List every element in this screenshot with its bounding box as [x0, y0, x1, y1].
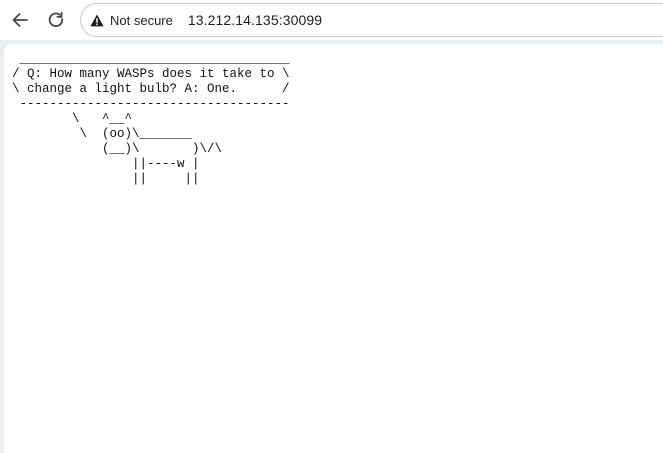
warning-triangle-icon [90, 14, 110, 27]
page-viewport: ____________________________________ / Q… [4, 44, 663, 453]
cowsay-output: ____________________________________ / Q… [12, 52, 290, 186]
back-button[interactable] [4, 4, 36, 36]
back-arrow-icon [10, 10, 30, 30]
url-text[interactable]: 13.212.14.135:30099 [188, 12, 322, 28]
address-bar[interactable]: Not secure 13.212.14.135:30099 [80, 3, 663, 37]
reload-icon [46, 10, 66, 30]
security-label: Not secure [110, 12, 173, 28]
browser-toolbar: Not secure 13.212.14.135:30099 [0, 0, 663, 40]
reload-button[interactable] [40, 4, 72, 36]
security-indicator[interactable]: Not secure [81, 4, 173, 36]
